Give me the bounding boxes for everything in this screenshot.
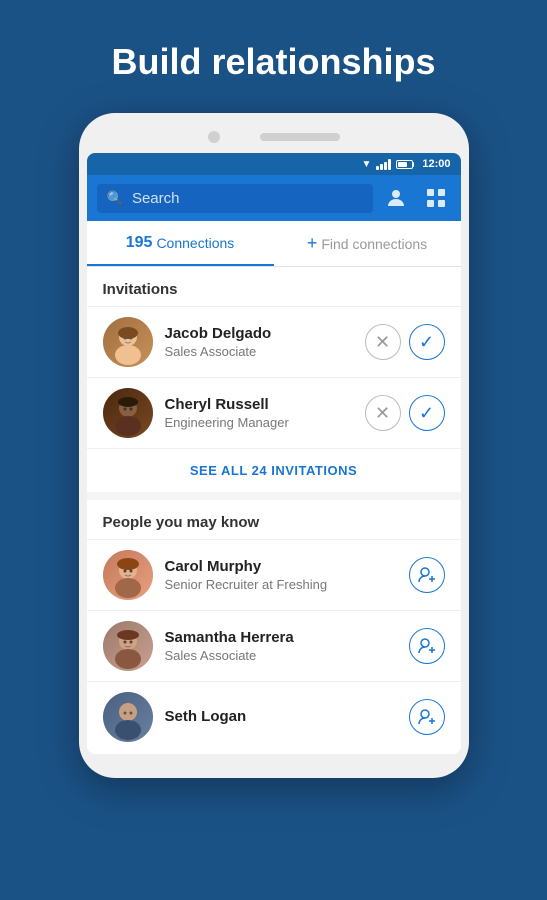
person-name-samantha: Samantha Herrera <box>165 629 397 646</box>
invitation-row-cheryl: Cheryl Russell Engineering Manager ✕ ✓ <box>87 377 461 448</box>
grid-icon <box>425 187 447 209</box>
person-name-carol: Carol Murphy <box>165 558 397 575</box>
avatar-jacob <box>103 317 153 367</box>
avatar-carol <box>103 550 153 600</box>
add-person-icon-samantha <box>417 636 437 656</box>
see-all-invitations-button[interactable]: SEE ALL 24 INVITATIONS <box>87 448 461 492</box>
person-name-seth: Seth Logan <box>165 708 397 725</box>
battery-icon <box>396 160 414 169</box>
connect-button-samantha[interactable] <box>409 628 445 664</box>
status-icons: ▼ 12:00 <box>361 158 450 170</box>
person-info-seth: Seth Logan <box>165 708 397 727</box>
connections-count: 195 <box>126 234 153 252</box>
action-buttons-jacob: ✕ ✓ <box>365 324 445 360</box>
invitation-row: Jacob Delgado Sales Associate ✕ ✓ <box>87 306 461 377</box>
person-info-jacob: Jacob Delgado Sales Associate <box>165 325 353 359</box>
may-know-row-carol: Carol Murphy Senior Recruiter at Freshin… <box>87 539 461 610</box>
people-you-may-know-section: People you may know <box>87 500 461 746</box>
search-placeholder: Search <box>132 190 180 207</box>
page-title: Build relationships <box>111 40 435 83</box>
may-know-row-seth: Seth Logan <box>87 681 461 746</box>
person-title-jacob: Sales Associate <box>165 344 353 359</box>
avatar-seth <box>103 692 153 742</box>
content-area: Invitations <box>87 267 461 746</box>
find-connections-label: Find connections <box>321 236 427 252</box>
person-title-samantha: Sales Associate <box>165 648 397 663</box>
status-bar: ▼ 12:00 <box>87 153 461 175</box>
person-info-samantha: Samantha Herrera Sales Associate <box>165 629 397 663</box>
profile-icon <box>384 186 408 210</box>
invitations-section: Invitations <box>87 267 461 492</box>
decline-button-jacob[interactable]: ✕ <box>365 324 401 360</box>
tab-find-connections[interactable]: + Find connections <box>274 221 461 266</box>
phone-device: ▼ 12:00 🔍 <box>79 113 469 778</box>
person-title-cheryl: Engineering Manager <box>165 415 353 430</box>
person-name-cheryl: Cheryl Russell <box>165 396 353 413</box>
person-name-jacob: Jacob Delgado <box>165 325 353 342</box>
accept-button-jacob[interactable]: ✓ <box>409 324 445 360</box>
profile-icon-button[interactable] <box>381 183 411 213</box>
signal-icon <box>376 159 391 170</box>
phone-camera <box>208 131 220 143</box>
tab-bar: 195 Connections + Find connections <box>87 221 461 267</box>
avatar-samantha <box>103 621 153 671</box>
phone-speaker <box>260 133 340 141</box>
search-icon: 🔍 <box>107 190 124 207</box>
wifi-icon: ▼ <box>361 159 371 170</box>
search-actions <box>381 183 451 213</box>
status-time: 12:00 <box>422 158 450 170</box>
action-buttons-cheryl: ✕ ✓ <box>365 395 445 431</box>
invitations-header: Invitations <box>87 267 461 306</box>
connect-button-carol[interactable] <box>409 557 445 593</box>
search-bar: 🔍 Search <box>87 175 461 221</box>
connections-label: Connections <box>156 235 234 251</box>
add-person-icon-seth <box>417 707 437 727</box>
may-know-row-samantha: Samantha Herrera Sales Associate <box>87 610 461 681</box>
phone-screen: ▼ 12:00 🔍 <box>87 153 461 754</box>
see-all-label: SEE ALL 24 INVITATIONS <box>190 463 357 478</box>
person-title-carol: Senior Recruiter at Freshing <box>165 577 397 592</box>
decline-button-cheryl[interactable]: ✕ <box>365 395 401 431</box>
tab-connections[interactable]: 195 Connections <box>87 221 274 266</box>
plus-icon: + <box>307 233 318 254</box>
person-info-cheryl: Cheryl Russell Engineering Manager <box>165 396 353 430</box>
add-person-icon <box>417 565 437 585</box>
accept-button-cheryl[interactable]: ✓ <box>409 395 445 431</box>
search-input-wrapper[interactable]: 🔍 Search <box>97 184 373 213</box>
people-you-may-know-header: People you may know <box>87 500 461 539</box>
avatar-cheryl <box>103 388 153 438</box>
phone-top-bar <box>87 131 461 143</box>
connect-button-seth[interactable] <box>409 699 445 735</box>
person-info-carol: Carol Murphy Senior Recruiter at Freshin… <box>165 558 397 592</box>
grid-icon-button[interactable] <box>421 183 451 213</box>
